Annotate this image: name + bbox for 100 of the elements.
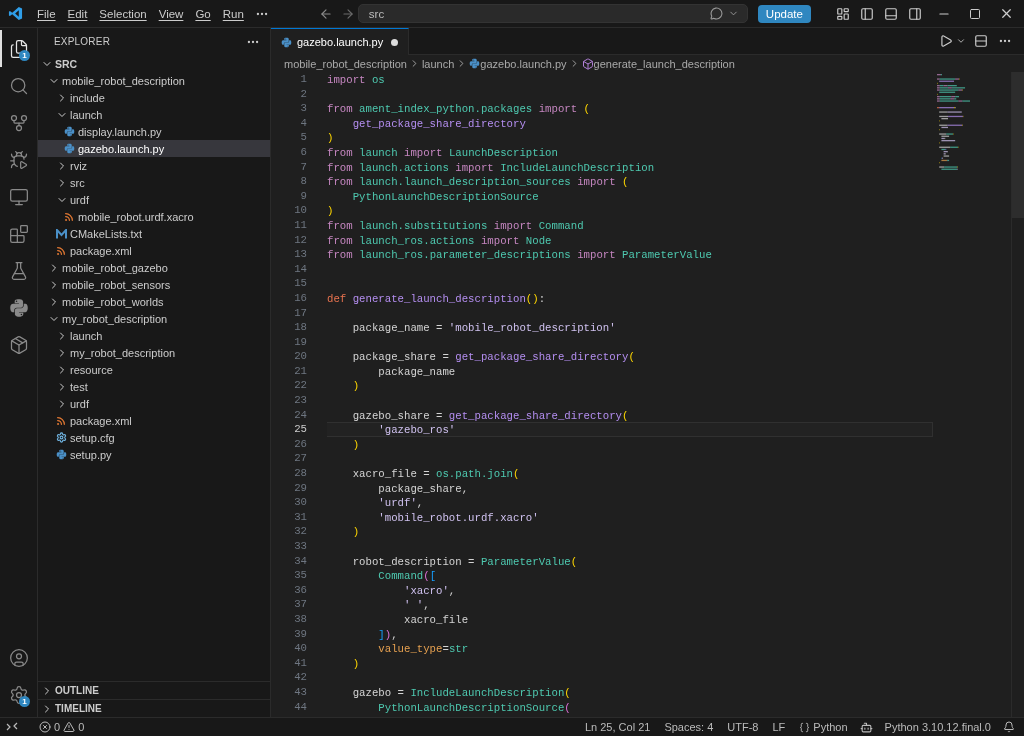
code-line: from launch_ros.parameter_descriptions import ParameterValue	[327, 248, 713, 262]
folder-item[interactable]: urdf	[38, 395, 270, 412]
line-number: 8	[299, 174, 307, 189]
status-item[interactable]: Ln 25, Col 21	[577, 721, 658, 733]
folder-item[interactable]: my_robot_description	[38, 344, 270, 361]
line-number: 30	[293, 495, 307, 510]
line-number: 25	[293, 422, 307, 437]
python-file-icon	[56, 449, 67, 460]
tree-item[interactable]: mobile_robot.urdf.xacro	[38, 208, 270, 225]
menu-item[interactable]: Edit	[61, 7, 94, 20]
menu-item[interactable]: View	[152, 7, 190, 20]
code-line: )	[351, 437, 361, 452]
folder-item[interactable]: mobile_robot_worlds	[38, 293, 270, 310]
section-header[interactable]: TIMELINE	[38, 699, 270, 717]
line-number: 6	[299, 144, 307, 160]
activity-bar-item[interactable]: 1	[0, 30, 37, 67]
line-number: 33	[293, 539, 307, 554]
line-number: 2	[299, 86, 307, 102]
tree-item[interactable]: display.launch.py	[38, 123, 270, 140]
menu-item[interactable]: Selection	[93, 7, 153, 20]
activity-bar-item[interactable]: 1	[0, 676, 37, 713]
line-number: 20	[293, 349, 307, 364]
warning-count: 0	[78, 721, 85, 733]
line-number: 17	[293, 305, 307, 321]
tree-item[interactable]: package.xml	[38, 242, 270, 259]
folder-item[interactable]: mobile_robot_gazebo	[38, 259, 270, 276]
code-line: 'xacro',	[402, 583, 457, 598]
line-number: 44	[293, 699, 307, 715]
line-number: 18	[293, 320, 307, 335]
tree-item[interactable]: CMakeLists.txt	[38, 225, 270, 242]
folder-item[interactable]: mobile_robot_sensors	[38, 276, 270, 293]
folder-item[interactable]: resource	[38, 361, 270, 378]
language-mode[interactable]: Python	[792, 721, 855, 733]
line-number: 10	[293, 203, 307, 218]
section-header[interactable]: OUTLINE	[38, 681, 270, 699]
status-item[interactable]: Spaces: 4	[657, 721, 721, 733]
folder-item[interactable]: my_robot_description	[38, 310, 270, 327]
run-icon[interactable]	[938, 34, 954, 48]
folder-header[interactable]: SRC	[38, 55, 270, 72]
folder-item[interactable]: include	[38, 89, 270, 106]
notification-badge: 1	[19, 696, 30, 707]
status-item[interactable]: UTF-8	[720, 721, 766, 733]
file-icon	[56, 228, 67, 239]
status-item[interactable]: LF	[765, 721, 793, 733]
update-button[interactable]: Update	[757, 4, 811, 23]
breadcrumb[interactable]: launch	[421, 57, 455, 70]
code-line: value_type=str	[377, 642, 470, 656]
folder-item[interactable]: launch	[38, 106, 270, 123]
code-line: from launch.substitutions import Command	[327, 218, 585, 233]
cube-icon	[581, 57, 594, 70]
problems-indicator[interactable]: 0 0	[32, 721, 92, 733]
code-line: ' ',	[402, 598, 431, 612]
python-file-icon	[469, 58, 481, 69]
code-line: 'mobile_robot.urdf.xacro'	[377, 510, 540, 525]
sidebar-title: EXPLORER	[54, 36, 111, 47]
line-number: 35	[293, 568, 307, 583]
interpreter-selector[interactable]: Python 3.10.12.final.0	[877, 721, 998, 733]
tree-item[interactable]: setup.cfg	[38, 429, 270, 446]
editor-tab[interactable]: gazebo.launch.py	[271, 28, 410, 55]
line-number: 12	[293, 232, 307, 248]
error-count: 0	[54, 721, 61, 733]
code-line: get_package_share_directory	[351, 116, 527, 131]
unsaved-dot	[390, 38, 398, 46]
folder-item[interactable]: src	[38, 174, 270, 191]
code-line: from ament_index_python.packages import (	[327, 102, 591, 116]
extensions-icon	[8, 223, 29, 244]
folder-item[interactable]: urdf	[38, 191, 270, 208]
breadcrumb[interactable]: gazebo.launch.py	[480, 57, 567, 70]
tree-item[interactable]: gazebo.launch.py	[38, 140, 270, 157]
search-field[interactable]: src	[357, 4, 748, 23]
code-line: import os	[327, 73, 386, 87]
menu-item[interactable]: File	[31, 7, 62, 20]
menu-item[interactable]: Go	[189, 7, 217, 20]
code-line: )	[327, 131, 335, 145]
run-debug-icon	[8, 149, 29, 170]
tree-item[interactable]: setup.py	[38, 446, 270, 463]
remote-icon[interactable]	[6, 721, 18, 733]
python-file-icon	[64, 126, 75, 137]
tree-item[interactable]: package.xml	[38, 412, 270, 429]
folder-item[interactable]: test	[38, 378, 270, 395]
line-number: 7	[299, 159, 307, 175]
line-number: 22	[293, 378, 307, 394]
folder-item[interactable]: launch	[38, 327, 270, 344]
line-number: 14	[293, 261, 307, 277]
folder-item[interactable]: mobile_robot_description	[38, 72, 270, 89]
line-number: 34	[293, 553, 307, 569]
line-number: 3	[299, 101, 307, 116]
feed-icon	[56, 245, 66, 256]
breadcrumb[interactable]: mobile_robot_description	[284, 57, 407, 70]
line-number: 37	[293, 597, 307, 612]
code-line: robot_description = ParameterValue(	[351, 554, 579, 569]
explorer-icon	[8, 38, 29, 59]
line-number: 43	[293, 684, 307, 700]
search-icon	[8, 75, 29, 96]
breadcrumb[interactable]: generate_launch_description	[593, 57, 735, 70]
folder-item[interactable]: rviz	[38, 157, 270, 174]
menu-item[interactable]: Run	[216, 7, 250, 20]
code-line: package_share = get_package_share_directory(	[351, 350, 636, 364]
line-number: 1	[299, 72, 307, 87]
line-number: 15	[293, 276, 307, 291]
